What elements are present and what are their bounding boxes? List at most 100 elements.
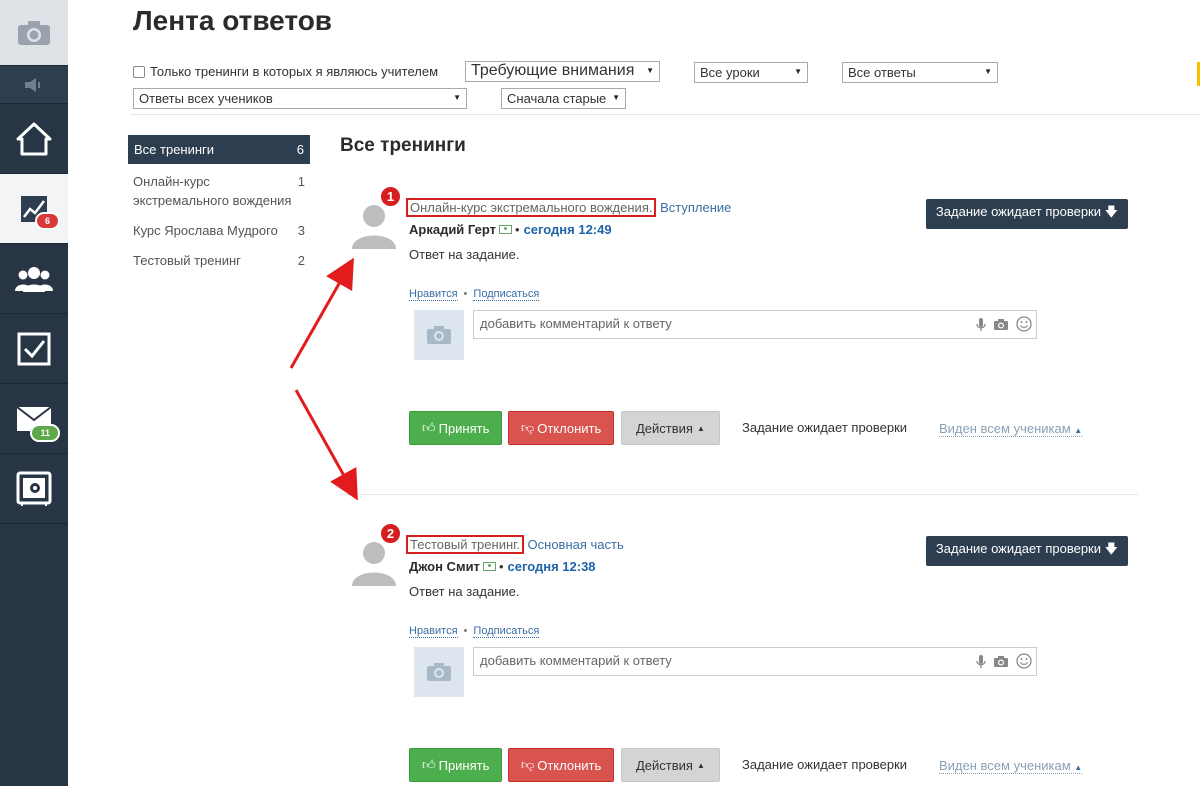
answer-breadcrumb: Онлайн-курс экстремального вождения. Вст…: [406, 198, 731, 217]
camera-icon: [427, 326, 451, 344]
attention-select[interactable]: Требующие внимания: [465, 61, 660, 82]
answer-breadcrumb: Тестовый тренинг. Основная часть: [406, 535, 624, 554]
answer-time[interactable]: сегодня 12:38: [508, 559, 596, 574]
highlight-marker: 2: [380, 523, 401, 544]
nav-sound[interactable]: [0, 66, 68, 104]
training-item-count: 2: [297, 253, 305, 268]
arrow-down-icon: 🡇: [1104, 541, 1118, 556]
bullet: •: [515, 222, 520, 237]
nav-home[interactable]: [0, 104, 68, 174]
smiley-icon[interactable]: [1016, 316, 1032, 332]
actions-button[interactable]: Действия ▲: [621, 748, 720, 782]
page-title: Лента ответов: [133, 5, 333, 36]
comment-tools: [976, 653, 1032, 669]
nav-safe[interactable]: [0, 454, 68, 524]
comment-placeholder: добавить комментарий к ответу: [480, 316, 672, 331]
status-text: Задание ожидает проверки: [742, 420, 908, 435]
accept-label: Принять: [438, 757, 490, 773]
nav-users[interactable]: [0, 244, 68, 314]
page-root: 6 11 Лента ответов Только тренинги в кот…: [0, 0, 1200, 786]
money-icon: [499, 225, 512, 234]
training-item-test[interactable]: Тестовый тренинг 2: [128, 251, 310, 270]
nav-messages[interactable]: 11: [0, 384, 68, 454]
user-avatar-icon: [352, 205, 396, 249]
answer-links: Нравится • Подписаться: [409, 625, 540, 638]
comment-avatar: [414, 647, 464, 697]
thumbs-up-icon: 👍︎: [422, 420, 436, 435]
training-item-name: Онлайн-курс экстремального вождения: [133, 174, 292, 208]
author-name[interactable]: Аркадий Герт: [409, 222, 496, 237]
status-text: Задание ожидает проверки: [742, 757, 908, 772]
accept-button[interactable]: 👍︎ Принять: [409, 748, 503, 782]
answer-card: 1 Онлайн-курс экстремального вождения. В…: [340, 186, 1140, 486]
training-item-name: Тестовый тренинг: [133, 253, 241, 268]
visibility-toggle[interactable]: Виден всем ученикам ▲: [939, 758, 1083, 774]
section-title: Все тренинги: [340, 135, 466, 156]
safe-icon: [16, 471, 52, 506]
filters-divider: [130, 114, 1200, 115]
students-select[interactable]: Ответы всех учеников: [133, 88, 467, 109]
thumbs-up-icon: 👍︎: [422, 757, 436, 772]
camera-icon: [427, 663, 451, 681]
left-nav: 6 11: [0, 0, 68, 786]
only-teacher-checkbox[interactable]: Только тренинги в которых я являюсь учит…: [133, 64, 438, 79]
training-item-count: 1: [297, 174, 305, 189]
like-link[interactable]: Нравится: [409, 625, 458, 638]
answers-select[interactable]: Все ответы: [842, 62, 998, 83]
smiley-icon[interactable]: [1016, 653, 1032, 669]
training-link[interactable]: Онлайн-курс экстремального вождения.: [406, 198, 657, 217]
arrow-down-icon: 🡇: [1104, 204, 1118, 219]
nav-trainings[interactable]: 6: [0, 174, 68, 244]
only-teacher-label: Только тренинги в которых я являюсь учит…: [150, 64, 439, 79]
cards-divider: [340, 494, 1138, 495]
comment-avatar: [414, 310, 464, 360]
microphone-icon[interactable]: [976, 654, 986, 669]
training-item-all[interactable]: Все тренинги 6: [128, 135, 310, 164]
camera-icon[interactable]: [993, 655, 1009, 668]
answer-card: 2 Тестовый тренинг. Основная часть Джон …: [340, 523, 1140, 786]
microphone-icon[interactable]: [976, 317, 986, 332]
subscribe-link[interactable]: Подписаться: [473, 625, 540, 638]
reject-label: Отклонить: [537, 420, 602, 436]
training-item-driving[interactable]: Онлайн-курс экстремального вождения 1: [128, 172, 310, 210]
actions-label: Действия: [636, 420, 693, 436]
actions-button[interactable]: Действия ▲: [621, 411, 720, 445]
training-item-yaroslav[interactable]: Курс Ярослава Мудрого 3: [128, 221, 310, 240]
bullet: •: [463, 625, 468, 637]
answer-text: Ответ на задание.: [409, 247, 520, 262]
bullet: •: [498, 559, 504, 574]
status-button[interactable]: Задание ожидает проверки 🡇: [925, 536, 1128, 566]
like-link[interactable]: Нравится: [409, 288, 458, 301]
comment-input[interactable]: добавить комментарий к ответу: [473, 310, 1037, 339]
bullet: •: [463, 288, 468, 300]
camera-icon[interactable]: [993, 318, 1009, 331]
lesson-link[interactable]: Основная часть: [528, 537, 624, 552]
training-link[interactable]: Тестовый тренинг.: [406, 535, 524, 554]
home-icon: [16, 122, 52, 155]
status-button[interactable]: Задание ожидает проверки 🡇: [925, 199, 1128, 229]
lessons-select[interactable]: Все уроки: [694, 62, 808, 83]
subscribe-link[interactable]: Подписаться: [473, 288, 540, 301]
answer-author: Джон Смит • сегодня 12:38: [409, 559, 596, 574]
checkbox-icon: [17, 332, 51, 365]
user-avatar-icon: [352, 542, 396, 586]
reject-button[interactable]: 👎︎ Отклонить: [508, 748, 615, 782]
nav-camera[interactable]: [0, 0, 68, 66]
answer-author: Аркадий Герт • сегодня 12:49: [409, 222, 612, 237]
reject-button[interactable]: 👎︎ Отклонить: [508, 411, 615, 445]
comment-input[interactable]: добавить комментарий к ответу: [473, 647, 1037, 676]
checkbox-box[interactable]: [133, 65, 145, 78]
author-name[interactable]: Джон Смит: [409, 559, 480, 574]
answer-links: Нравится • Подписаться: [409, 288, 540, 301]
comment-tools: [976, 316, 1032, 332]
answer-time[interactable]: сегодня 12:49: [524, 222, 612, 237]
caret-up-icon: ▲: [696, 760, 705, 770]
accept-button[interactable]: 👍︎ Принять: [409, 411, 503, 445]
trainings-list: Все тренинги 6 Онлайн-курс экстремальног…: [128, 135, 310, 281]
nav-tasks[interactable]: [0, 314, 68, 384]
users-icon: [15, 266, 53, 292]
lesson-link[interactable]: Вступление: [660, 200, 731, 215]
order-select[interactable]: Сначала старые: [501, 88, 626, 109]
visibility-toggle[interactable]: Виден всем ученикам ▲: [939, 421, 1083, 437]
status-button-label: Задание ожидает проверки: [935, 541, 1101, 556]
